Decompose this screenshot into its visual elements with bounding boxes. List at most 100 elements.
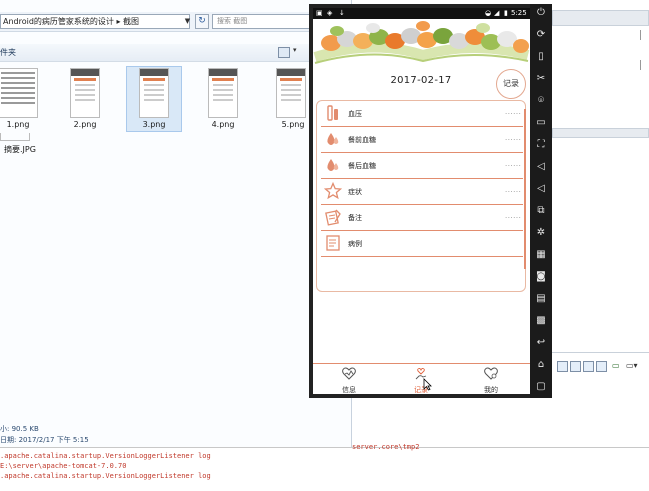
download-icon: ↓ xyxy=(339,9,345,17)
ide-tool-icon[interactable] xyxy=(557,361,568,372)
status-size: 小: 90.5 KB xyxy=(0,425,39,433)
ide-tool-icon[interactable] xyxy=(570,361,581,372)
command-bar: 件夹 ▾ xyxy=(0,44,352,62)
list-item-value: ...... xyxy=(505,160,522,168)
ide-toolbar xyxy=(552,128,649,138)
recent-apps-icon[interactable]: ▢ xyxy=(533,380,549,394)
search-input[interactable]: 搜索 截图 xyxy=(212,14,312,29)
list-item-pre-meal-glucose[interactable]: 餐前血糖 ...... xyxy=(321,127,523,153)
settings-icon[interactable]: ✲ xyxy=(533,226,549,240)
display-icon[interactable]: ▭ xyxy=(533,116,549,130)
new-folder-button[interactable]: 件夹 xyxy=(0,47,16,58)
tab-label: 我的 xyxy=(484,386,498,394)
file-name: 摘要.JPG xyxy=(4,145,36,154)
list-item-post-meal-glucose[interactable]: 餐后血糖 ...... xyxy=(321,153,523,179)
file-name: 4.png xyxy=(211,120,235,129)
record-button[interactable]: 记录 xyxy=(496,69,526,99)
chevron-down-icon[interactable]: ▼ xyxy=(183,14,192,29)
volume-down-icon[interactable]: ◁ xyxy=(533,182,549,196)
volume-up-icon[interactable]: ◁ xyxy=(533,160,549,174)
list-item-medical-case[interactable]: 病例 xyxy=(321,231,523,257)
blood-drop-icon xyxy=(327,159,339,171)
file-thumbnail xyxy=(208,68,238,118)
back-icon[interactable]: ↩ xyxy=(533,336,549,350)
star-icon xyxy=(324,182,342,200)
status-date: 日期: 2017/2/17 下午 5:15 xyxy=(0,436,89,444)
list-item-label: 餐后血糖 xyxy=(348,162,376,170)
file-name: 1.png xyxy=(6,120,30,129)
chevron-down-icon[interactable]: ▾ xyxy=(293,46,297,54)
ide-toolbar xyxy=(552,10,649,26)
ide-tool-icon[interactable] xyxy=(596,361,607,372)
file-item[interactable] xyxy=(276,68,306,118)
tab-info[interactable]: 信息 xyxy=(319,365,379,394)
blood-pressure-icon xyxy=(327,105,338,121)
console-path: server.core\tmp2 xyxy=(352,443,420,451)
rotate-icon[interactable]: ⟳ xyxy=(533,28,549,42)
file-item[interactable] xyxy=(70,68,100,118)
list-item-value: ...... xyxy=(505,186,522,194)
tab-mine[interactable]: 我的 xyxy=(461,365,521,394)
list-item-value: ...... xyxy=(505,108,522,116)
file-name: 3.png xyxy=(142,120,166,129)
case-book-icon xyxy=(326,235,340,251)
mouse-cursor-icon xyxy=(423,378,432,391)
list-item-symptom[interactable]: 症状 ...... xyxy=(321,179,523,205)
console-line: E:\server\apache-tomcat-7.0.70 xyxy=(0,462,127,470)
tab-record[interactable]: 记录 xyxy=(391,365,451,394)
file-thumbnail xyxy=(276,68,306,118)
screenshot-icon[interactable]: ⧉ xyxy=(533,204,549,218)
file-thumbnail xyxy=(70,68,100,118)
tab-label: 记录 xyxy=(414,386,428,394)
list-item-label: 血压 xyxy=(348,110,362,118)
fullscreen-icon[interactable]: ⛶ xyxy=(533,138,549,152)
ide-panel-edge xyxy=(640,30,649,40)
wifi-icon: ◒ xyxy=(485,9,492,17)
list-item-note[interactable]: 备注 ...... xyxy=(321,205,523,231)
console-panel: .apache.catalina.startup.VersionLoggerLi… xyxy=(0,447,649,491)
android-status-bar: ▣ ◈ ↓ ◒ ◢ ▮ 5:25 xyxy=(313,8,530,19)
file-explorer-window: Android的病历管家系统的设计 ▸ 截图 ▼ ↻ 搜索 截图 件夹 ▾ 1.… xyxy=(0,0,352,447)
list-scrollbar[interactable] xyxy=(524,109,526,269)
phone-screen: ▣ ◈ ↓ ◒ ◢ ▮ 5:25 2017-02-17 记录 血压 ......… xyxy=(313,8,530,394)
display-icon[interactable]: ▭▾ xyxy=(626,361,638,370)
location-icon[interactable]: ⌾ xyxy=(533,94,549,108)
selected-date[interactable]: 2017-02-17 xyxy=(363,75,479,86)
view-options-icon[interactable] xyxy=(278,47,290,58)
console-line: .apache.catalina.startup.VersionLoggerLi… xyxy=(0,452,211,460)
open-console-icon[interactable]: ▭ xyxy=(612,361,620,370)
home-icon[interactable]: ⌂ xyxy=(533,358,549,372)
keyboard-icon[interactable]: ▩ xyxy=(533,314,549,328)
file-item-selected[interactable] xyxy=(139,68,169,118)
note-icon xyxy=(325,209,341,226)
list-item-label: 餐前血糖 xyxy=(348,136,376,144)
list-item-label: 症状 xyxy=(348,188,362,196)
console-line: .apache.catalina.startup.VersionLoggerLi… xyxy=(0,472,211,480)
tab-bar-divider xyxy=(313,363,530,364)
shield-icon: ◈ xyxy=(327,9,333,17)
scissors-icon[interactable]: ✂ xyxy=(533,72,549,86)
address-bar[interactable]: Android的病历管家系统的设计 ▸ 截图 xyxy=(0,14,190,29)
blood-drop-icon xyxy=(327,133,339,145)
ide-tool-icon[interactable] xyxy=(583,361,594,372)
signal-icon: ◢ xyxy=(494,9,500,17)
status-time: 5:25 xyxy=(511,9,527,17)
list-item-blood-pressure[interactable]: 血压 ...... xyxy=(321,101,523,127)
battery-icon: ▮ xyxy=(504,9,508,17)
phone-icon[interactable]: ▯ xyxy=(533,50,549,64)
heart-user-icon xyxy=(484,367,498,380)
emulator-controls: ⏻ ⟳ ▯ ✂ ⌾ ▭ ⛶ ◁ ◁ ⧉ ✲ ▦ ◙ ▤ ▩ ↩ ⌂ ▢ xyxy=(530,4,552,398)
desktop-screen: Android的病历管家系统的设计 ▸ 截图 ▼ ↻ 搜索 截图 件夹 ▾ 1.… xyxy=(0,0,649,491)
record-list-card: 血压 ...... 餐前血糖 ...... 餐后血糖 ...... 症状 ...… xyxy=(316,100,526,292)
list-item-label: 病例 xyxy=(348,240,362,248)
file-item[interactable] xyxy=(208,68,238,118)
camera-icon[interactable]: ◙ xyxy=(533,270,549,284)
file-item[interactable] xyxy=(0,68,38,118)
refresh-icon[interactable]: ↻ xyxy=(195,14,209,29)
grid-icon[interactable]: ▦ xyxy=(533,248,549,262)
file-thumbnail xyxy=(0,68,38,118)
tab-label: 信息 xyxy=(342,386,356,394)
power-icon[interactable]: ⏻ xyxy=(533,6,549,20)
list-item-label: 备注 xyxy=(348,214,362,222)
folder-icon[interactable]: ▤ xyxy=(533,292,549,306)
